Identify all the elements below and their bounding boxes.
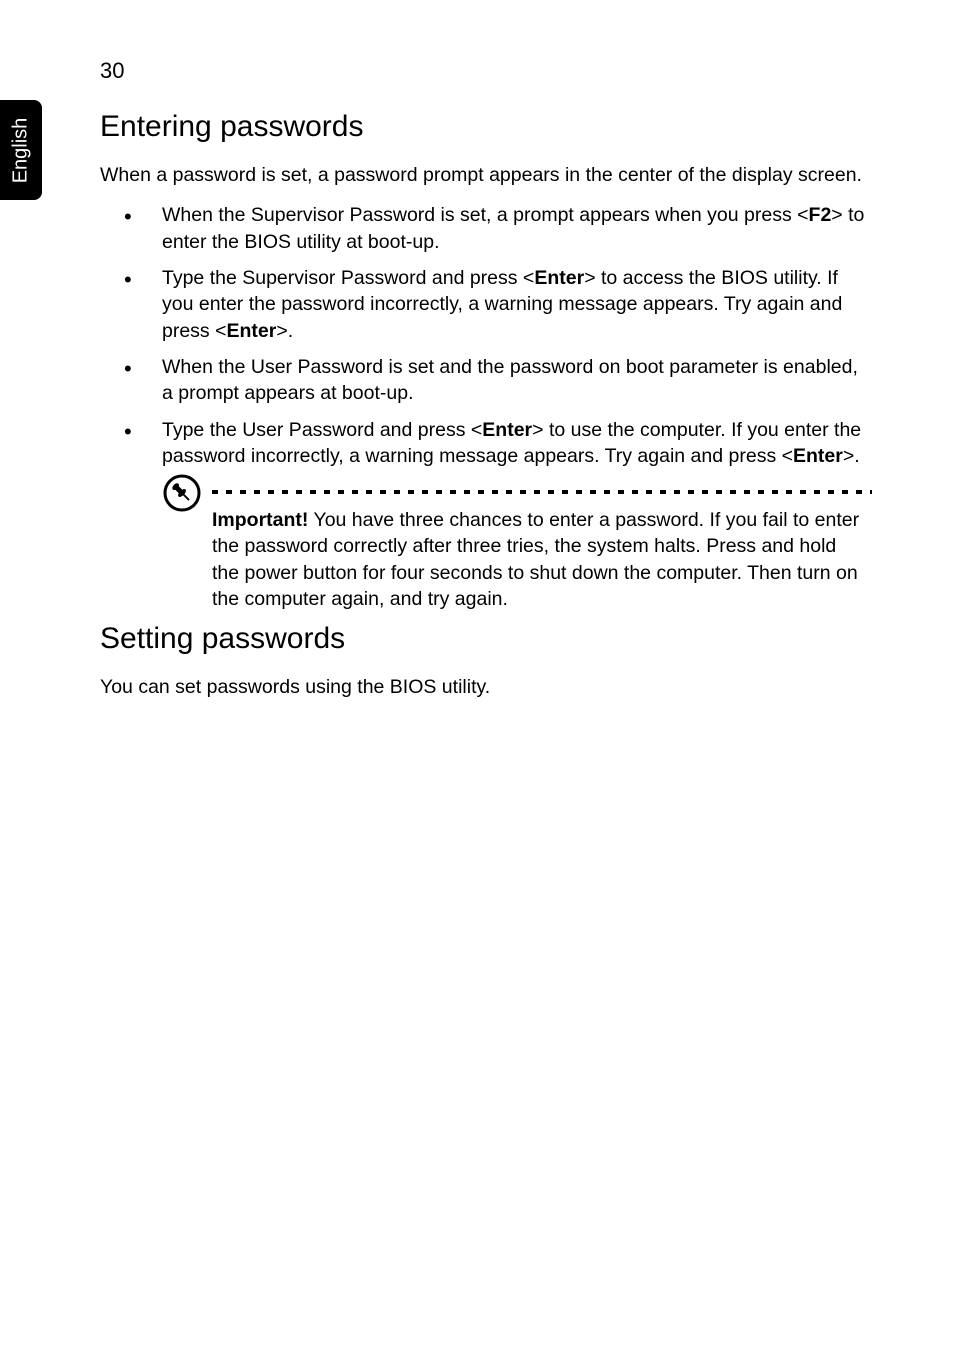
language-label: English [10,117,33,183]
bullet-list: When the Supervisor Password is set, a p… [100,202,870,469]
bullet-text: When the Supervisor Password is set, a p… [162,204,809,226]
list-item: Type the User Password and press <Enter>… [100,417,870,470]
bullet-text: >. [843,445,860,467]
intro-paragraph-1: When a password is set, a password promp… [100,162,870,188]
pin-icon [162,473,202,518]
page-content: Entering passwords When a password is se… [100,100,870,715]
list-item: When the User Password is set and the pa… [100,354,870,407]
bullet-text: Type the User Password and press < [162,419,482,441]
list-item: Type the Supervisor Password and press <… [100,265,870,344]
bullet-text: When the User Password is set and the pa… [162,356,858,404]
key-name: Enter [793,445,843,467]
important-note: Important! You have three chances to ent… [162,479,870,612]
language-tab: English [0,100,42,200]
heading-setting-passwords: Setting passwords [100,622,870,656]
key-name: Enter [534,267,584,289]
key-name: Enter [227,320,277,342]
bullet-text: Type the Supervisor Password and press < [162,267,534,289]
note-body: You have three chances to enter a passwo… [212,509,859,610]
list-item: When the Supervisor Password is set, a p… [100,202,870,255]
bullet-text: >. [276,320,293,342]
note-label: Important! [212,509,308,531]
note-text: Important! You have three chances to ent… [212,507,870,612]
dashed-divider [212,479,870,495]
key-name: F2 [809,204,832,226]
key-name: Enter [482,419,532,441]
page-number: 30 [100,58,124,84]
heading-entering-passwords: Entering passwords [100,110,870,144]
intro-paragraph-2: You can set passwords using the BIOS uti… [100,674,870,700]
